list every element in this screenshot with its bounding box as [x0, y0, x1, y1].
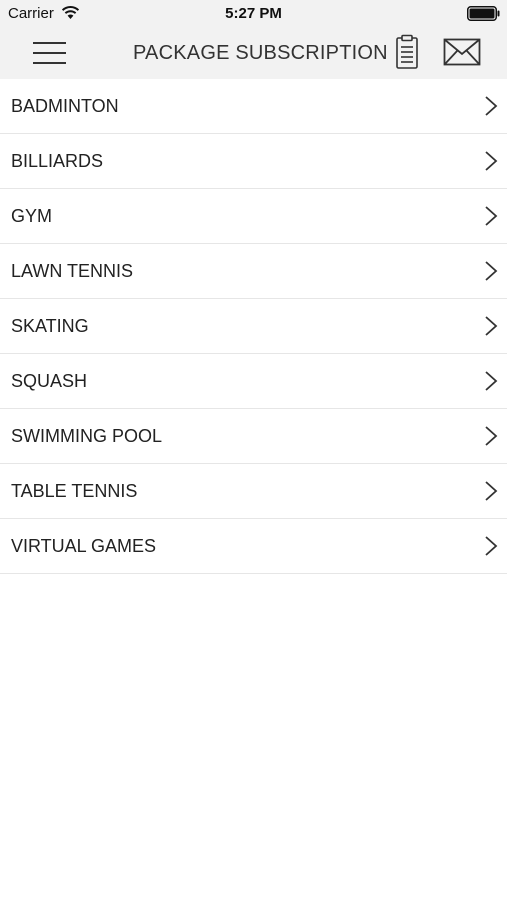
list-item-gym[interactable]: GYM	[0, 189, 507, 244]
chevron-right-icon	[485, 261, 498, 281]
list-item-lawn-tennis[interactable]: LAWN TENNIS	[0, 244, 507, 299]
chevron-right-icon	[485, 426, 498, 446]
chevron-right-icon	[485, 316, 498, 336]
list-item-swimming-pool[interactable]: SWIMMING POOL	[0, 409, 507, 464]
list-item-virtual-games[interactable]: VIRTUAL GAMES	[0, 519, 507, 574]
list-item-label: SWIMMING POOL	[11, 426, 163, 446]
menu-icon-bar-middle	[33, 52, 66, 54]
chevron-right-icon	[485, 481, 498, 501]
list-item-label: LAWN TENNIS	[11, 261, 134, 281]
chevron-right-icon	[485, 151, 498, 171]
list-item-label: TABLE TENNIS	[11, 481, 138, 501]
battery-icon	[467, 6, 500, 21]
menu-button[interactable]	[28, 37, 70, 69]
menu-icon-bar-top	[33, 42, 66, 44]
list-item-squash[interactable]: SQUASH	[0, 354, 507, 409]
chevron-right-icon	[485, 206, 498, 226]
chevron-right-icon	[485, 96, 498, 116]
list-item-label: SKATING	[11, 316, 89, 336]
list-item-label: SQUASH	[11, 371, 88, 391]
list-item-label: BILLIARDS	[11, 151, 104, 171]
mail-icon[interactable]	[443, 38, 481, 66]
chevron-right-icon	[485, 536, 498, 556]
clipboard-icon[interactable]	[393, 34, 421, 70]
list-item-label: VIRTUAL GAMES	[11, 536, 157, 556]
chevron-right-icon	[485, 371, 498, 391]
package-list: BADMINTON BILLIARDS GYM LAWN TENNIS SKAT…	[0, 79, 507, 574]
status-time: 5:27 PM	[225, 5, 282, 22]
menu-icon-bar-bottom	[33, 62, 66, 64]
list-item-label: BADMINTON	[11, 96, 119, 116]
status-bar: Carrier 5:27 PM	[0, 0, 507, 26]
nav-bar: PACKAGE SUBSCRIPTION	[0, 26, 507, 79]
list-item-badminton[interactable]: BADMINTON	[0, 79, 507, 134]
list-item-billiards[interactable]: BILLIARDS	[0, 134, 507, 189]
list-item-label: GYM	[11, 206, 53, 226]
list-item-table-tennis[interactable]: TABLE TENNIS	[0, 464, 507, 519]
list-item-skating[interactable]: SKATING	[0, 299, 507, 354]
page-title: PACKAGE SUBSCRIPTION	[133, 42, 388, 64]
